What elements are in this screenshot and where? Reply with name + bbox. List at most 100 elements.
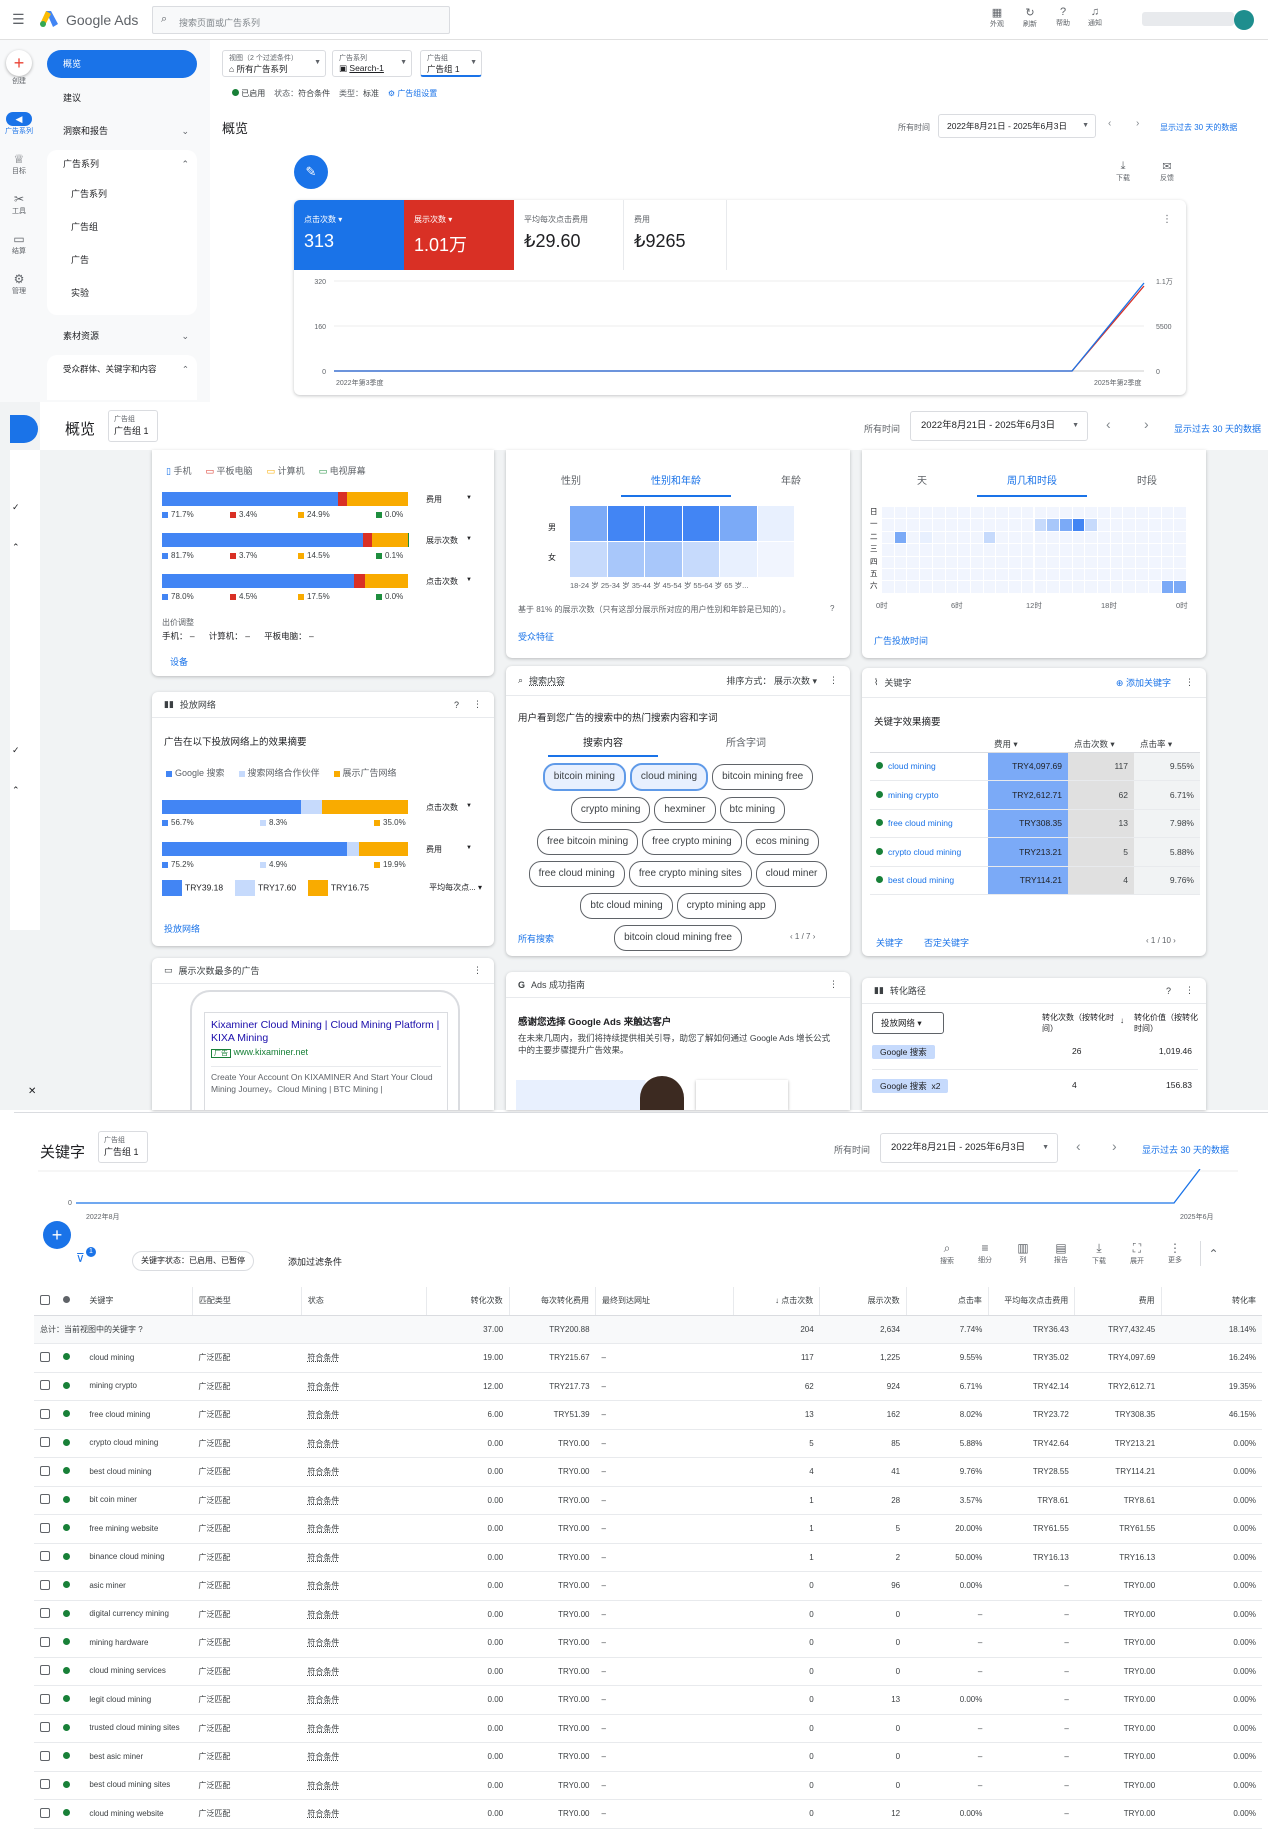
keyword-cell[interactable]: mining hardware: [83, 1629, 192, 1658]
status-cell[interactable]: 符合条件: [301, 1686, 426, 1715]
nav-insights[interactable]: 洞察和报告⌄: [47, 117, 197, 145]
col-match-type[interactable]: 匹配类型: [192, 1287, 301, 1315]
next-page-icon[interactable]: ›: [1171, 936, 1176, 945]
heatmap-cell[interactable]: [984, 519, 996, 530]
row-checkbox[interactable]: [34, 1800, 57, 1829]
row-checkbox[interactable]: [34, 1771, 57, 1800]
collapse-button[interactable]: ⌃: [1200, 1241, 1226, 1266]
keyword-cell[interactable]: bit coin miner: [83, 1486, 192, 1515]
toolbar-reports[interactable]: ▤报告: [1048, 1241, 1074, 1266]
heatmap-cell[interactable]: [895, 544, 907, 555]
heatmap-cell[interactable]: [1149, 581, 1161, 592]
table-row[interactable]: asic miner广泛匹配符合条件0.00TRY0.00–0960.00%–T…: [34, 1572, 1262, 1601]
table-row[interactable]: mining crypto广泛匹配符合条件12.00TRY217.73–6292…: [34, 1372, 1262, 1401]
status-cell[interactable]: 符合条件: [301, 1401, 426, 1430]
keyword-cell[interactable]: asic miner: [83, 1572, 192, 1601]
heatmap-cell[interactable]: [958, 544, 970, 555]
refresh-button[interactable]: ↻刷新: [1018, 6, 1042, 29]
heatmap-cell[interactable]: [1073, 532, 1085, 543]
search-term-chip[interactable]: free cloud mining: [529, 861, 625, 887]
heatmap-cell[interactable]: [1174, 507, 1186, 518]
search-term-chip[interactable]: btc cloud mining: [580, 893, 672, 919]
search-term-chip[interactable]: ecos mining: [746, 829, 819, 855]
avatar[interactable]: [1234, 10, 1254, 30]
heatmap-cell[interactable]: [1085, 581, 1097, 592]
heatmap-cell[interactable]: [895, 532, 907, 543]
toolbar-segment[interactable]: ≡细分: [972, 1241, 998, 1266]
keywords-link[interactable]: 关键字: [876, 936, 903, 949]
metric-dropdown[interactable]: 费用: [426, 844, 442, 855]
heatmap-cell[interactable]: [1035, 581, 1047, 592]
status-cell[interactable]: 符合条件: [301, 1543, 426, 1572]
date-range-picker[interactable]: 2022年8月21日 - 2025年6月3日▼: [938, 114, 1096, 138]
heatmap-cell[interactable]: [895, 507, 907, 518]
keyword-link[interactable]: best cloud mining: [888, 875, 954, 885]
heatmap-cell[interactable]: [1009, 507, 1021, 518]
heatmap-cell[interactable]: [1035, 532, 1047, 543]
keyword-link[interactable]: free cloud mining: [888, 818, 953, 828]
keyword-cell[interactable]: digital currency mining: [83, 1600, 192, 1629]
prev-period-icon[interactable]: ‹: [1076, 1138, 1081, 1154]
heatmap-cell[interactable]: [882, 581, 894, 592]
heatmap-cell[interactable]: [971, 569, 983, 580]
status-cell[interactable]: 符合条件: [301, 1486, 426, 1515]
heatmap-cell[interactable]: [933, 581, 945, 592]
heatmap-cell[interactable]: [996, 544, 1008, 555]
heatmap-cell[interactable]: [933, 507, 945, 518]
nav-recommendations[interactable]: 建议: [47, 84, 197, 112]
show-30-days-link[interactable]: 显示过去 30 天的数据: [1174, 422, 1261, 435]
show-30-days-link[interactable]: 显示过去 30 天的数据: [1142, 1143, 1229, 1156]
row-checkbox[interactable]: [34, 1344, 57, 1373]
search-term-chip[interactable]: crypto mining: [571, 797, 650, 823]
heatmap-cell[interactable]: [971, 581, 983, 592]
status-toggle[interactable]: [57, 1629, 84, 1658]
help-icon[interactable]: ?: [454, 700, 459, 710]
col-clicks[interactable]: ↓ 点击次数: [733, 1287, 819, 1315]
goals-rail-button[interactable]: ♕目标: [0, 152, 38, 176]
keyword-link[interactable]: cloud mining: [888, 761, 936, 771]
status-cell[interactable]: 符合条件: [301, 1600, 426, 1629]
heatmap-cell[interactable]: [895, 519, 907, 530]
tab-contained-words[interactable]: 所含字词: [706, 734, 786, 749]
heatmap-cell[interactable]: [895, 569, 907, 580]
heatmap-cell[interactable]: [1073, 557, 1085, 568]
heatmap-cell[interactable]: [996, 532, 1008, 543]
status-cell[interactable]: 符合条件: [301, 1800, 426, 1829]
heatmap-cell[interactable]: [1174, 581, 1186, 592]
tab-gender-age[interactable]: 性别和年龄: [621, 472, 731, 497]
heatmap-cell[interactable]: [984, 581, 996, 592]
table-row[interactable]: mining hardware广泛匹配符合条件0.00TRY0.00–00––T…: [34, 1629, 1262, 1658]
heatmap-cell[interactable]: [1162, 532, 1174, 543]
keyword-link[interactable]: crypto cloud mining: [888, 847, 961, 857]
search-term-chip[interactable]: free crypto mining sites: [629, 861, 752, 887]
table-row[interactable]: cloud mining website广泛匹配符合条件0.00TRY0.00–…: [34, 1800, 1262, 1829]
heatmap-cell[interactable]: [1073, 569, 1085, 580]
heatmap-cell[interactable]: [1136, 544, 1148, 555]
heatmap-cell[interactable]: [1022, 569, 1034, 580]
heatmap-cell[interactable]: [920, 557, 932, 568]
keyword-cell[interactable]: crypto cloud mining: [83, 1429, 192, 1458]
heatmap-cell[interactable]: [984, 507, 996, 518]
heatmap-cell[interactable]: [946, 519, 958, 530]
metric-avg-cpc[interactable]: 平均每次点击费用 ₺29.60: [514, 200, 624, 270]
add-keyword-button[interactable]: ⊕ 添加关键字: [1116, 676, 1171, 689]
heatmap-cell[interactable]: [882, 557, 894, 568]
heatmap-cell[interactable]: [758, 506, 795, 541]
heatmap-cell[interactable]: [920, 507, 932, 518]
keyword-cell[interactable]: cloud mining services: [83, 1657, 192, 1686]
heatmap-cell[interactable]: [920, 581, 932, 592]
keyword-cell[interactable]: binance cloud mining: [83, 1543, 192, 1572]
heatmap-cell[interactable]: [1123, 519, 1135, 530]
heatmap-cell[interactable]: [1047, 544, 1059, 555]
heatmap-cell[interactable]: [1136, 557, 1148, 568]
tab-gender[interactable]: 性别: [546, 472, 596, 487]
table-row[interactable]: best cloud mining sites广泛匹配符合条件0.00TRY0.…: [34, 1771, 1262, 1800]
heatmap-cell[interactable]: [1162, 519, 1174, 530]
status-toggle[interactable]: [57, 1344, 84, 1373]
download-button[interactable]: ⤓下载: [1116, 160, 1130, 183]
networks-link[interactable]: 投放网络: [164, 922, 200, 935]
row-checkbox[interactable]: [34, 1486, 57, 1515]
search-term-chip[interactable]: bitcoin mining: [543, 763, 626, 791]
conversion-row[interactable]: Google 搜索 26 1,019.46: [872, 1046, 1198, 1070]
network-filter-dropdown[interactable]: 投放网络 ▾: [872, 1012, 944, 1034]
